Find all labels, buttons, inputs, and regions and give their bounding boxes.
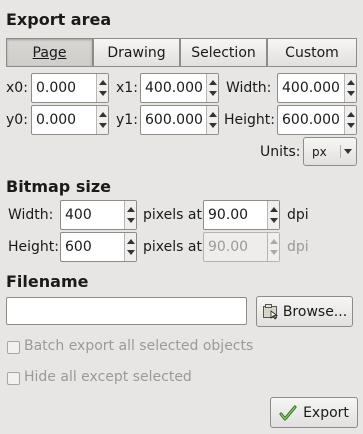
width-spinbox[interactable]: 400.000: [277, 73, 357, 103]
units-value: px: [312, 144, 327, 159]
export-area-title: Export area: [6, 10, 112, 29]
dpi-stepper[interactable]: [267, 201, 279, 229]
bitmap-height-value: 600: [65, 239, 92, 255]
bitmap-width-label: Width:: [8, 207, 54, 223]
bitmap-width-value: 400: [65, 207, 92, 223]
width-value: 400.000: [282, 80, 340, 96]
hide-all-label[interactable]: Hide all except selected: [24, 369, 192, 385]
decrement-arrow-icon[interactable]: [209, 123, 217, 128]
decrement-arrow-icon[interactable]: [127, 250, 135, 255]
units-label: Units:: [260, 144, 301, 160]
dpi-value: 90.00: [208, 207, 249, 223]
increment-arrow-icon[interactable]: [347, 112, 355, 117]
decrement-arrow-icon[interactable]: [347, 123, 355, 128]
x0-stepper[interactable]: [96, 74, 108, 102]
filename-input[interactable]: [6, 297, 247, 325]
tab-drawing-label: Drawing: [107, 44, 166, 61]
x1-stepper[interactable]: [206, 74, 218, 102]
tab-page[interactable]: Page: [6, 38, 93, 67]
export-button[interactable]: Export: [270, 397, 358, 428]
width-label: Width:: [226, 80, 272, 96]
increment-arrow-icon[interactable]: [99, 80, 107, 85]
bitmap-height-stepper[interactable]: [124, 233, 136, 261]
dpi-value-disabled: 90.00: [208, 239, 249, 255]
pixels-at-label-2: pixels at: [143, 239, 202, 255]
y1-value: 600.000: [145, 112, 203, 128]
decrement-arrow-icon[interactable]: [127, 218, 135, 223]
y0-spinbox[interactable]: 0.000: [31, 105, 109, 135]
dpi-unit-label-2: dpi: [287, 239, 309, 255]
dpi-spinbox[interactable]: 90.00: [203, 200, 280, 230]
hide-all-checkbox[interactable]: [7, 372, 20, 385]
decrement-arrow-icon[interactable]: [99, 91, 107, 96]
tab-selection-label: Selection: [191, 44, 256, 61]
tab-page-label: Page: [32, 44, 67, 61]
dpi-unit-label: dpi: [287, 207, 309, 223]
height-label: Height:: [224, 112, 275, 128]
folder-icon: [262, 303, 279, 320]
bitmap-width-stepper[interactable]: [124, 201, 136, 229]
tab-selection[interactable]: Selection: [180, 38, 267, 67]
tab-custom[interactable]: Custom: [267, 38, 357, 67]
filename-title: Filename: [6, 272, 89, 291]
height-value: 600.000: [282, 112, 340, 128]
increment-arrow-icon[interactable]: [270, 207, 278, 212]
bitmap-width-spinbox[interactable]: 400: [60, 200, 137, 230]
width-stepper[interactable]: [344, 74, 356, 102]
x0-spinbox[interactable]: 0.000: [31, 73, 109, 103]
height-spinbox[interactable]: 600.000: [277, 105, 357, 135]
decrement-arrow-icon: [270, 250, 278, 255]
export-button-label: Export: [303, 404, 349, 421]
y0-stepper[interactable]: [96, 106, 108, 134]
batch-export-checkbox[interactable]: [7, 341, 20, 354]
x0-label: x0:: [6, 80, 28, 96]
units-select[interactable]: px: [303, 137, 357, 166]
bitmap-height-spinbox[interactable]: 600: [60, 232, 137, 262]
increment-arrow-icon[interactable]: [209, 112, 217, 117]
y1-label: y1:: [116, 112, 138, 128]
decrement-arrow-icon[interactable]: [270, 218, 278, 223]
dpi-stepper-disabled: [267, 233, 279, 261]
bitmap-height-label: Height:: [8, 239, 59, 255]
decrement-arrow-icon[interactable]: [209, 91, 217, 96]
batch-export-label[interactable]: Batch export all selected objects: [24, 338, 253, 354]
height-stepper[interactable]: [344, 106, 356, 134]
decrement-arrow-icon[interactable]: [99, 123, 107, 128]
decrement-arrow-icon[interactable]: [347, 91, 355, 96]
y1-stepper[interactable]: [206, 106, 218, 134]
browse-button[interactable]: Browse...: [256, 296, 353, 327]
checkmark-icon: [279, 404, 297, 422]
increment-arrow-icon[interactable]: [127, 239, 135, 244]
chevron-down-icon: [340, 145, 352, 158]
tab-drawing[interactable]: Drawing: [93, 38, 180, 67]
x0-value: 0.000: [36, 80, 77, 96]
pixels-at-label: pixels at: [143, 207, 202, 223]
x1-spinbox[interactable]: 400.000: [140, 73, 219, 103]
tab-custom-label: Custom: [285, 44, 339, 61]
browse-button-label: Browse...: [282, 303, 348, 320]
y1-spinbox[interactable]: 600.000: [140, 105, 219, 135]
increment-arrow-icon[interactable]: [127, 207, 135, 212]
increment-arrow-icon[interactable]: [347, 80, 355, 85]
increment-arrow-icon[interactable]: [99, 112, 107, 117]
increment-arrow-icon: [270, 239, 278, 244]
y0-value: 0.000: [36, 112, 77, 128]
x1-label: x1:: [116, 80, 138, 96]
increment-arrow-icon[interactable]: [209, 80, 217, 85]
dpi-spinbox-disabled: 90.00: [203, 232, 280, 262]
bitmap-size-title: Bitmap size: [6, 177, 111, 196]
x1-value: 400.000: [145, 80, 203, 96]
y0-label: y0:: [6, 112, 28, 128]
